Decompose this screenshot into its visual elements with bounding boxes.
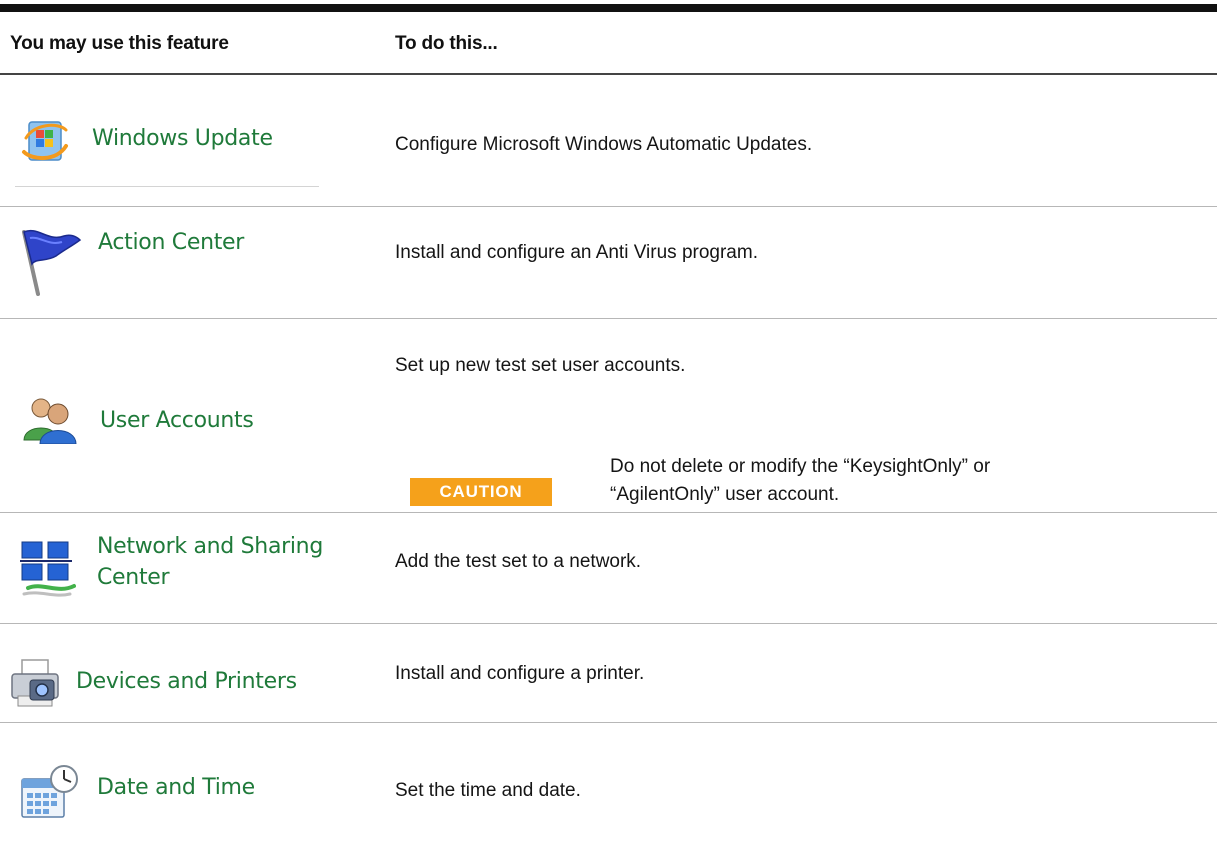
feature-description: Set up new test set user accounts. (395, 355, 686, 376)
row-divider (0, 206, 1217, 207)
feature-label: Date and Time (97, 775, 255, 800)
feature-description: Configure Microsoft Windows Automatic Up… (395, 134, 813, 155)
column-header-feature: You may use this feature (10, 33, 229, 54)
flag-icon (22, 229, 82, 296)
feature-label: Devices and Printers (76, 669, 297, 694)
caution-line: Do not delete or modify the “KeysightOnl… (610, 456, 991, 477)
row-divider (0, 623, 1217, 624)
feature-description: Install and configure a printer. (395, 663, 645, 684)
users-icon (23, 398, 77, 444)
calendar-clock-icon (21, 765, 78, 818)
feature-description: Install and configure an Anti Virus prog… (395, 242, 758, 263)
feature-label: Action Center (98, 230, 245, 255)
feature-label: Network and Sharing (97, 534, 323, 559)
row-divider (0, 318, 1217, 319)
printer-camera-icon (11, 659, 59, 707)
row-divider (0, 512, 1217, 513)
row-divider (0, 722, 1217, 723)
feature-label: Windows Update (92, 126, 273, 151)
feature-description: Add the test set to a network. (395, 551, 642, 572)
caution-text: Do not delete or modify the “KeysightOnl… (610, 453, 990, 509)
top-rule (0, 4, 1217, 12)
column-header-action: To do this... (395, 33, 498, 54)
divider (15, 186, 319, 187)
feature-label: User Accounts (100, 408, 254, 433)
network-icon (20, 541, 76, 597)
feature-description: Set the time and date. (395, 780, 581, 801)
header-rule (0, 73, 1217, 75)
windows-update-icon (22, 121, 68, 161)
feature-label: Center (97, 565, 170, 590)
caution-badge: CAUTION (410, 478, 552, 506)
caution-line: “AgilentOnly” user account. (610, 484, 840, 505)
